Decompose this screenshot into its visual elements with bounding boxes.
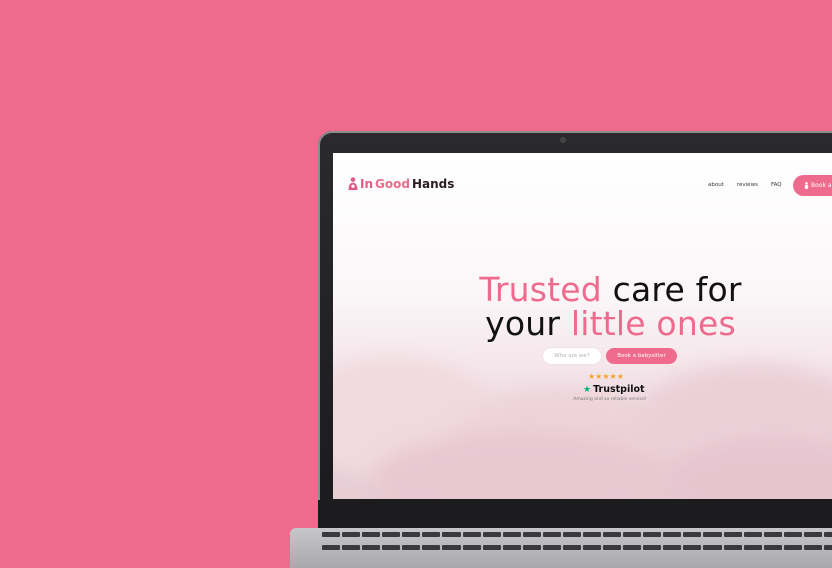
keyboard-key — [522, 532, 541, 537]
logo-text-hands: Hands — [411, 177, 455, 191]
trustpilot-badge[interactable]: ★ Trustpilot — [583, 384, 645, 395]
keyboard-key — [462, 545, 481, 550]
keyboard-key — [362, 532, 381, 537]
keyboard-key — [603, 532, 622, 537]
nav-link-about[interactable]: about — [708, 182, 724, 188]
keyboard-key — [442, 545, 461, 550]
book-cta-label: Book a — [811, 182, 832, 189]
keyboard-key — [783, 545, 802, 550]
keyboard-key — [643, 545, 662, 550]
keyboard-key — [803, 545, 822, 550]
keyboard-key — [382, 532, 401, 537]
keyboard-key — [542, 532, 561, 537]
keyboard-key — [562, 545, 581, 550]
keyboard-key — [502, 545, 521, 550]
laptop-screen: In Good Hands about reviews FAQ Book a T… — [333, 153, 832, 499]
keyboard-key — [823, 545, 832, 550]
trustpilot-label: Trustpilot — [593, 384, 645, 395]
keyboard-key — [603, 545, 622, 550]
keyboard-key — [562, 532, 581, 537]
keyboard-key — [763, 545, 782, 550]
keyboard-key — [763, 532, 782, 537]
rating-stars: ★★★★★ — [588, 372, 624, 381]
keyboard-key — [643, 532, 662, 537]
keyboard-key — [542, 545, 561, 550]
keyboard-key — [422, 545, 441, 550]
keyboard-key — [723, 545, 742, 550]
keyboard-key — [583, 545, 602, 550]
keyboard-key — [583, 532, 602, 537]
hero-word-your: your — [485, 304, 561, 343]
nav-link-faq[interactable]: FAQ — [771, 182, 782, 188]
review-quote: Amazing and so reliable service! — [573, 397, 647, 402]
keyboard-key — [703, 545, 722, 550]
keyboard-key — [743, 545, 762, 550]
laptop-hinge — [318, 500, 832, 531]
keyboard-key — [743, 532, 762, 537]
hero-word-little-ones: little ones — [570, 304, 736, 343]
trustpilot-star-icon: ★ — [583, 384, 592, 395]
keyboard-key — [663, 545, 682, 550]
keyboard-key — [683, 532, 702, 537]
keyboard-key — [723, 532, 742, 537]
keyboard-key — [623, 545, 642, 550]
keyboard-key — [803, 532, 822, 537]
keyboard-key — [402, 532, 421, 537]
keyboard-key — [382, 545, 401, 550]
book-babysitter-button[interactable]: Book a babysitter — [606, 348, 677, 364]
keyboard-key — [362, 545, 381, 550]
site-header: In Good Hands about reviews FAQ Book a — [333, 153, 832, 219]
keyboard-key — [502, 532, 521, 537]
keyboard-key — [342, 532, 361, 537]
keyboard-key — [462, 532, 481, 537]
keyboard-key — [783, 532, 802, 537]
keyboard-key — [482, 532, 501, 537]
keyboard-key — [663, 532, 682, 537]
keyboard-key — [823, 532, 832, 537]
logo-text-in: In — [360, 177, 374, 191]
keyboard-key — [482, 545, 501, 550]
keyboard-key — [522, 545, 541, 550]
webcam — [560, 137, 566, 143]
keyboard-key — [623, 532, 642, 537]
keyboard-key — [683, 545, 702, 550]
keyboard-key — [703, 532, 722, 537]
site-logo[interactable]: In Good Hands — [347, 177, 454, 191]
nav-links: about reviews FAQ — [708, 182, 782, 188]
keyboard — [322, 532, 832, 556]
logo-text-good: Good — [375, 177, 410, 191]
keyboard-key — [322, 545, 341, 550]
hero-headline-line2: your little ones — [333, 304, 832, 343]
keyboard-key — [422, 532, 441, 537]
nav-link-reviews[interactable]: reviews — [737, 182, 758, 188]
keyboard-key — [342, 545, 361, 550]
mother-child-icon — [348, 177, 358, 190]
book-cta-button[interactable]: Book a — [793, 175, 832, 196]
who-are-we-button[interactable]: Who are we? — [543, 348, 601, 364]
keyboard-key — [442, 532, 461, 537]
keyboard-key — [402, 545, 421, 550]
keyboard-key — [322, 532, 341, 537]
baby-icon — [804, 182, 809, 189]
